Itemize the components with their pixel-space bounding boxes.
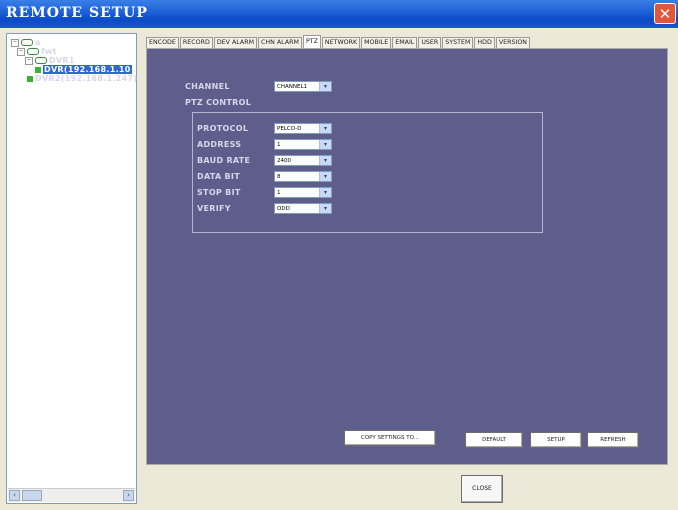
baud-rate-select[interactable]: 2400 ▾ — [274, 155, 332, 166]
device-icon — [35, 66, 41, 73]
tab-hdd[interactable]: HDD — [474, 37, 495, 48]
tree-item-label: DVR1 — [49, 56, 75, 65]
protocol-value: PELCO-D — [277, 126, 302, 132]
verify-label: VERIFY — [197, 204, 231, 213]
collapse-icon[interactable]: − — [11, 38, 19, 47]
scroll-left-icon[interactable]: ‹ — [9, 490, 20, 501]
channel-label: CHANNEL — [185, 82, 230, 91]
chevron-down-icon[interactable]: ▾ — [319, 172, 331, 181]
tree-item-label: fwt — [41, 47, 57, 56]
address-select[interactable]: 1 ▾ — [274, 139, 332, 150]
scroll-thumb[interactable] — [22, 490, 42, 501]
default-button[interactable]: DEFAULT — [465, 432, 523, 448]
tab-user[interactable]: USER — [418, 37, 442, 48]
scroll-right-icon[interactable]: › — [123, 490, 134, 501]
protocol-label: PROTOCOL — [197, 124, 249, 133]
window-close-button[interactable]: ✕ — [654, 3, 676, 24]
remote-setup-window: REMOTE SETUP ✕ − a − fwt − DVR1 DVR(192.168… — [0, 0, 678, 510]
collapse-icon[interactable]: − — [17, 47, 25, 56]
tree-item-dvr1[interactable]: − DVR1 — [25, 56, 74, 65]
address-label: ADDRESS — [197, 140, 242, 149]
chevron-down-icon[interactable]: ▾ — [319, 204, 331, 213]
device-icon — [27, 75, 33, 82]
stop-bit-value: 1 — [277, 190, 281, 196]
stop-bit-label: STOP BIT — [197, 188, 241, 197]
tree-item-dvr2[interactable]: DVR2(192.168.1.247) — [27, 74, 137, 83]
group-node-icon — [35, 57, 47, 64]
tab-ptz[interactable]: PTZ — [302, 35, 321, 48]
ptz-settings-panel: CHANNEL CHANNEL1 ▾ PTZ CONTROL PROTOCOL … — [146, 48, 668, 465]
chevron-down-icon[interactable]: ▾ — [319, 140, 331, 149]
device-tree: − a − fwt − DVR1 DVR(192.168.1.10 DVR2(192.… — [6, 33, 137, 504]
title-bar: REMOTE SETUP ✕ — [0, 0, 678, 28]
window-title: REMOTE SETUP — [6, 5, 148, 21]
tab-encode[interactable]: ENCODE — [146, 37, 179, 48]
ptz-control-title: PTZ CONTROL — [185, 98, 252, 107]
address-value: 1 — [277, 142, 281, 148]
verify-value: ODD — [277, 206, 290, 212]
stop-bit-select[interactable]: 1 ▾ — [274, 187, 332, 198]
setup-button[interactable]: SETUP — [530, 432, 582, 448]
close-button[interactable]: CLOSE — [461, 475, 503, 503]
tree-item-fwt[interactable]: − fwt — [17, 47, 56, 56]
protocol-select[interactable]: PELCO-D ▾ — [274, 123, 332, 134]
refresh-button[interactable]: REFRESH — [587, 432, 639, 448]
tree-item-label: DVR2(192.168.1.247) — [35, 74, 138, 83]
group-node-icon — [27, 48, 39, 55]
tab-email[interactable]: EMAIL — [392, 37, 418, 48]
horizontal-scrollbar[interactable]: ‹ › — [8, 488, 135, 502]
tab-system[interactable]: SYSTEM — [442, 37, 474, 48]
chevron-down-icon[interactable]: ▾ — [319, 82, 331, 91]
tab-record[interactable]: RECORD — [179, 37, 213, 48]
verify-select[interactable]: ODD ▾ — [274, 203, 332, 214]
tab-chn-alarm[interactable]: CHN ALARM — [258, 37, 302, 48]
tab-mobile[interactable]: MOBILE — [361, 37, 392, 48]
chevron-down-icon[interactable]: ▾ — [319, 124, 331, 133]
copy-settings-button[interactable]: COPY SETTINGS TO... — [344, 430, 436, 446]
chevron-down-icon[interactable]: ▾ — [319, 188, 331, 197]
tab-dev-alarm[interactable]: DEV ALARM — [213, 37, 258, 48]
chevron-down-icon[interactable]: ▾ — [319, 156, 331, 165]
data-bit-select[interactable]: 8 ▾ — [274, 171, 332, 182]
tab-version[interactable]: VERSION — [495, 37, 531, 48]
tree-item-dvr-192-168-1-10[interactable]: DVR(192.168.1.10 — [35, 65, 132, 74]
channel-select[interactable]: CHANNEL1 ▾ — [274, 81, 332, 92]
baud-rate-value: 2400 — [277, 158, 291, 164]
tree-item-label: DVR(192.168.1.10 — [43, 65, 132, 74]
tree-item-root[interactable]: − a — [11, 38, 40, 47]
data-bit-label: DATA BIT — [197, 172, 240, 181]
channel-value: CHANNEL1 — [277, 84, 308, 90]
tree-item-label: a — [35, 38, 41, 47]
group-node-icon — [21, 39, 33, 46]
data-bit-value: 8 — [277, 174, 281, 180]
baud-rate-label: BAUD RATE — [197, 156, 251, 165]
collapse-icon[interactable]: − — [25, 56, 33, 65]
tab-network[interactable]: NETWORK — [321, 37, 361, 48]
settings-tabs: ENCODE RECORD DEV ALARM CHN ALARM PTZ NE… — [146, 35, 531, 48]
